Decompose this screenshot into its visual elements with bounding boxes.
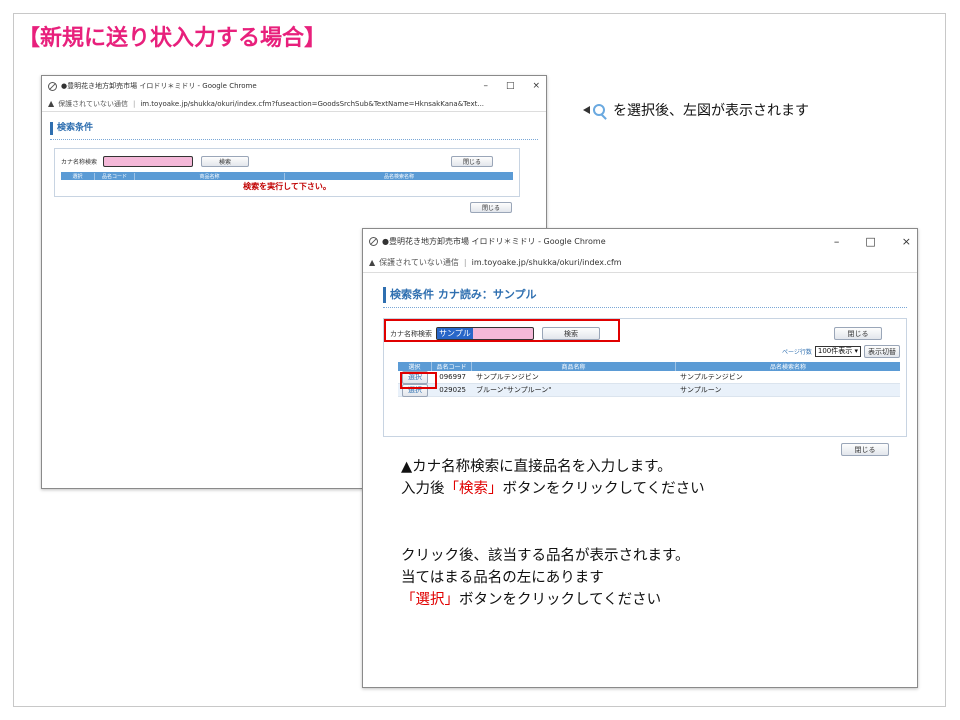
item-code: 029025 (439, 386, 466, 394)
divider (383, 307, 907, 308)
page-switch-button[interactable]: 表示切替 (864, 345, 900, 358)
header-code: 品名コード (95, 172, 135, 180)
maximize-icon[interactable]: □ (865, 235, 875, 248)
instruction-line: クリック後、該当する品名が表示されます。 (401, 548, 690, 564)
item-search-name: サンプルーン (680, 386, 722, 394)
address-bar[interactable]: ▲ 保護されていない通信 | im.toyoake.jp/shukka/okur… (42, 96, 546, 112)
slide-title: 【新規に送り状入力する場合】 (18, 26, 327, 51)
security-label: 保護されていない通信 (58, 99, 128, 108)
minimize-icon[interactable]: – (483, 81, 488, 91)
window-title: ●豊明花き地方卸売市場 イロドリ＊ミドリ - Google Chrome (61, 82, 257, 90)
window-titlebar[interactable]: ●豊明花き地方卸売市場 イロドリ＊ミドリ - Google Chrome – □… (42, 76, 546, 96)
divider (50, 139, 538, 140)
url-text[interactable]: im.toyoake.jp/shukka/okuri/index.cfm?fus… (140, 100, 484, 108)
results-table-header: 選択 品名コード 商品名称 品名検索名称 (398, 362, 900, 371)
item-search-name: サンプルテンジビン (680, 373, 743, 381)
note-right: を選択後、左図が表示されます (583, 100, 809, 120)
chrome-icon (369, 236, 378, 246)
close-icon[interactable]: × (532, 81, 540, 91)
close-button-bottom[interactable]: 閉じる (470, 202, 512, 213)
instruction-line: 入力後「検索」ボタンをクリックしてください (401, 481, 705, 497)
security-label: 保護されていない通信 (379, 258, 459, 267)
table-row: 選択 096997 サンプルテンジビン サンプルテンジビン (398, 370, 900, 384)
url-text[interactable]: im.toyoake.jp/shukka/okuri/index.cfm (472, 258, 622, 267)
section-title: 検索条件 (50, 122, 538, 135)
page-rows-select[interactable]: 100件表示 ▾ (814, 346, 861, 357)
select-highlight-box (400, 372, 437, 389)
warning-icon: ▲ (48, 99, 55, 108)
header-name: 商品名称 (135, 172, 285, 180)
maximize-icon[interactable]: □ (506, 81, 515, 91)
results-table-header: 選択 品名コード 商品名称 品名検索名称 (61, 172, 513, 180)
instruction-search: ▲カナ名称検索に直接品名を入力します。 入力後「検索」ボタンをクリックしてくださ… (401, 456, 705, 500)
search-panel: カナ名称検索 検索 閉じる 選択 品名コード 商品名称 品名検索名称 検索を実行… (54, 148, 520, 197)
header-search-name: 品名検索名称 (383, 173, 414, 180)
close-button[interactable]: 閉じる (834, 327, 882, 340)
item-name: ブルーン"サンプルーン" (476, 386, 552, 394)
table-row: 選択 029025 ブルーン"サンプルーン" サンプルーン (398, 383, 900, 397)
page-controls: ページ行数 100件表示 ▾ 表示切替 (390, 345, 900, 358)
instruction-line: 当てはまる品名の左にあります (401, 570, 604, 586)
instruction-line: 「選択」ボタンをクリックしてください (401, 592, 662, 608)
header-name: 商品名称 (472, 362, 676, 371)
window-title: ●豊明花き地方卸売市場 イロドリ＊ミドリ - Google Chrome (382, 236, 606, 246)
kana-label: カナ名称検索 (61, 159, 98, 166)
select-keyword: 「選択」 (401, 592, 459, 608)
header-select: 選択 (61, 172, 95, 180)
close-button[interactable]: 閉じる (451, 156, 493, 167)
kana-search-input[interactable] (103, 156, 194, 167)
search-button[interactable]: 検索 (201, 156, 250, 167)
results-table-body: 選択 096997 サンプルテンジビン サンプルテンジビン 選択 029025 … (398, 370, 900, 397)
search-keyword: 「検索」 (444, 481, 503, 497)
instruction-select: クリック後、該当する品名が表示されます。 当てはまる品名の左にあります 「選択」… (401, 545, 690, 611)
arrow-left-icon (583, 106, 590, 114)
item-name: サンプルテンジビン (476, 373, 539, 381)
no-result-message: 検索を実行して下さい。 (243, 182, 331, 191)
search-highlight-box (384, 319, 620, 342)
close-button-bottom[interactable]: 閉じる (841, 443, 889, 456)
item-code: 096997 (439, 373, 466, 381)
header-code: 品名コード (432, 362, 472, 371)
instruction-line: ▲カナ名称検索に直接品名を入力します。 (401, 459, 672, 475)
section-title: 検索条件 カナ読み：サンプル (383, 287, 907, 303)
magnifier-icon (593, 104, 605, 116)
warning-icon: ▲ (369, 258, 376, 267)
close-icon[interactable]: × (902, 235, 911, 248)
address-bar[interactable]: ▲ 保護されていない通信 | im.toyoake.jp/shukka/okur… (363, 253, 917, 273)
window-titlebar[interactable]: ●豊明花き地方卸売市場 イロドリ＊ミドリ - Google Chrome – □… (363, 229, 917, 253)
note-text: を選択後、左図が表示されます (613, 103, 809, 119)
minimize-icon[interactable]: – (834, 235, 840, 248)
page-rows-label: ページ行数 (782, 349, 812, 356)
chrome-icon (48, 81, 57, 91)
header-search-name: 品名検索名称 (769, 364, 806, 371)
